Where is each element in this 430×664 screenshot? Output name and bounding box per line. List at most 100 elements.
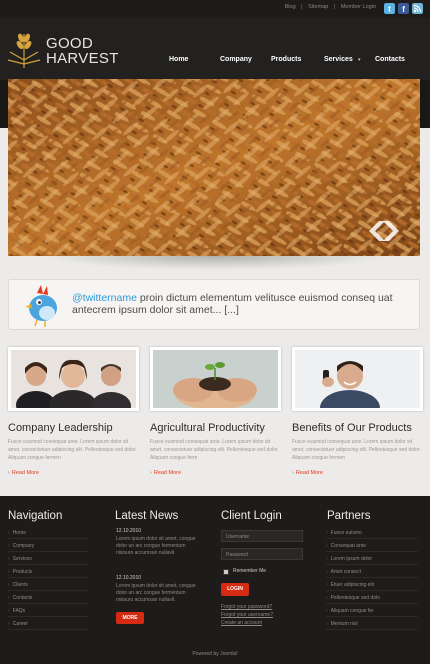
arrow-right-icon: ›	[326, 582, 328, 588]
partner-label: Pellentesque sed dolo	[330, 595, 380, 601]
twitter-handle-link[interactable]: @twittername	[72, 292, 137, 304]
read-more-label: Read More	[295, 470, 324, 476]
svg-text:t: t	[388, 5, 391, 14]
arrow-right-icon: ›	[8, 556, 10, 562]
login-button[interactable]: LOGIN	[221, 583, 249, 596]
footer-login-title: Client Login	[221, 510, 282, 522]
bird-icon	[25, 285, 57, 327]
brand-logo[interactable]: GOOD HARVEST	[46, 36, 119, 66]
footer-nav-item-company[interactable]: › Company	[8, 540, 88, 552]
footer-navigation-title: Navigation	[8, 510, 63, 522]
partner-label: Mentum nisl	[330, 621, 358, 627]
partner-link[interactable]: › Consequat ante	[326, 540, 418, 552]
footer-nav-item-faqs[interactable]: › FAQs	[8, 605, 88, 617]
remember-me-label: Remember Me	[233, 568, 267, 574]
footer-nav-item-products[interactable]: › Products	[8, 566, 88, 578]
feature-title-agriculture: Agricultural Productivity	[150, 422, 265, 434]
twitter-icon[interactable]: t	[384, 3, 395, 14]
nav-company[interactable]: Company	[220, 56, 252, 63]
separator: |	[301, 4, 303, 10]
footer-nav-label: Career	[12, 621, 28, 627]
remember-me-checkbox[interactable]	[223, 569, 229, 575]
hero-slider	[8, 79, 420, 256]
partner-link[interactable]: › Pellentesque sed dolo	[326, 592, 418, 604]
arrow-right-icon: ›	[326, 569, 328, 575]
footer-nav-item-career[interactable]: › Career	[8, 618, 88, 630]
partner-link[interactable]: › Aliquam congue fer	[326, 605, 418, 617]
footer-nav-label: Services	[12, 556, 32, 562]
footer-nav-label: Contacts	[12, 595, 33, 601]
more-news-button[interactable]: MORE	[116, 612, 144, 624]
footer-nav-item-services[interactable]: › Services	[8, 553, 88, 565]
svg-text:f: f	[402, 4, 405, 14]
tweet-text: @twittername proin dictum elementum veli…	[72, 292, 407, 316]
facebook-icon[interactable]: f	[398, 3, 409, 14]
feature-title-leadership: Company Leadership	[8, 422, 113, 434]
read-more-label: Read More	[11, 470, 40, 476]
arrow-right-icon: ›	[326, 608, 328, 614]
chevron-down-icon[interactable]: ▾	[358, 57, 361, 63]
nav-services[interactable]: Services	[324, 56, 353, 63]
arrow-right-icon: ›	[150, 470, 152, 476]
wheat-icon	[7, 33, 41, 68]
rss-icon[interactable]	[412, 3, 423, 14]
arrow-right-icon: ›	[8, 470, 10, 476]
feature-title-benefits: Benefits of Our Products	[292, 422, 412, 434]
feature-image-agriculture[interactable]	[150, 347, 281, 411]
footer-nav-item-contacts[interactable]: › Contacts	[8, 592, 88, 604]
read-more-link-benefits[interactable]: › Read More	[292, 470, 323, 476]
nav-products[interactable]: Products	[271, 56, 301, 63]
news-text[interactable]: Lorem ipsum dolor sit amet, congue dolor…	[116, 583, 200, 604]
arrow-right-icon: ›	[8, 569, 10, 575]
partner-label: Fusce euismo	[330, 530, 362, 536]
hero-image	[8, 79, 420, 256]
news-date: 12.10.2010	[116, 575, 142, 581]
footer-nav-label: FAQs	[12, 608, 26, 614]
partner-link[interactable]: › Etuer adipiscing elit	[326, 579, 418, 591]
partner-label: Lorem ipsum dolor	[330, 556, 373, 562]
partner-label: Amet consect	[330, 569, 361, 575]
arrow-right-icon: ›	[326, 595, 328, 601]
top-bar: Blog | Sitemap | Member Login t f	[0, 0, 430, 18]
blog-link[interactable]: Blog	[285, 4, 296, 10]
powered-by[interactable]: Powered by Joomla!	[0, 651, 430, 657]
partner-link[interactable]: › Amet consect	[326, 566, 418, 578]
partner-label: Consequat ante	[330, 543, 366, 549]
footer-nav-label: Products	[12, 569, 33, 575]
nav-contacts[interactable]: Contacts	[375, 56, 405, 63]
create-account-link[interactable]: Create an account	[221, 620, 262, 626]
footer-nav-item-home[interactable]: › Home	[8, 527, 88, 539]
footer-nav-label: Clients	[12, 582, 28, 588]
separator: |	[333, 4, 336, 10]
username-field[interactable]: Username	[221, 530, 303, 542]
arrow-right-icon: ›	[326, 621, 328, 627]
feature-image-leadership[interactable]	[8, 347, 139, 411]
news-text[interactable]: Lorem ipsum dolor sit amet, congue dolor…	[116, 536, 200, 557]
member-login-link[interactable]: Member Login	[341, 4, 376, 10]
brand-line-2: HARVEST	[46, 50, 119, 67]
forgot-password-link[interactable]: Forgot your password?	[221, 604, 272, 610]
slider-next-icon[interactable]	[363, 216, 405, 246]
read-more-link-agriculture[interactable]: › Read More	[150, 470, 181, 476]
arrow-right-icon: ›	[8, 595, 10, 601]
partner-label: Etuer adipiscing elit	[330, 582, 375, 588]
partner-link[interactable]: › Fusce euismo	[326, 527, 418, 539]
nav-home[interactable]: Home	[169, 56, 188, 63]
footer-nav-label: Home	[12, 530, 27, 536]
news-date: 12.10.2010	[116, 528, 142, 534]
feature-image-benefits[interactable]	[292, 347, 423, 411]
read-more-link-leadership[interactable]: › Read More	[8, 470, 39, 476]
password-field[interactable]: Password	[221, 548, 303, 560]
feature-desc-benefits: Fusce euismod consequat ante. Lorem ipsu…	[292, 439, 421, 461]
arrow-right-icon: ›	[8, 543, 10, 549]
forgot-username-link[interactable]: Forgot your username?	[221, 612, 273, 618]
sitemap-link[interactable]: Sitemap	[308, 4, 328, 10]
partner-link[interactable]: › Mentum nisl	[326, 618, 418, 630]
brand-line-1: GOOD	[46, 35, 94, 52]
footer-nav-item-clients[interactable]: › Clients	[8, 579, 88, 591]
twitter-box: @twittername proin dictum elementum veli…	[8, 279, 420, 330]
partner-link[interactable]: › Lorem ipsum dolor	[326, 553, 418, 565]
arrow-right-icon: ›	[8, 530, 10, 536]
arrow-right-icon: ›	[8, 621, 10, 627]
site-header: GOOD HARVEST Home Company Products Servi…	[0, 18, 430, 80]
